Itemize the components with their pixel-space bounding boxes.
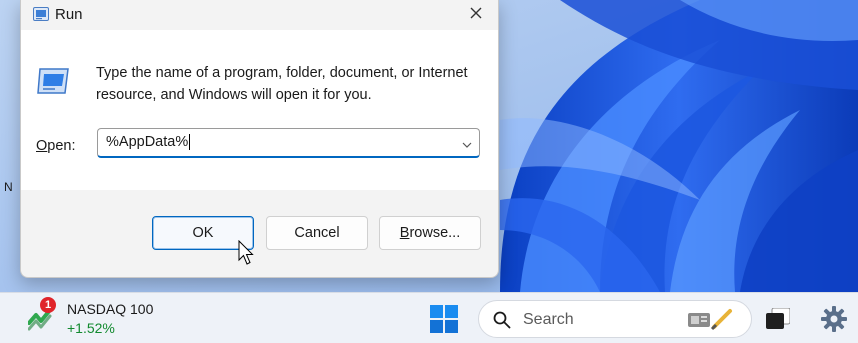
chevron-down-icon[interactable] <box>461 137 473 155</box>
stock-change: +1.52% <box>67 320 115 336</box>
run-icon <box>37 66 71 101</box>
stock-name: NASDAQ 100 <box>67 301 154 317</box>
open-combobox[interactable]: %AppData% <box>97 128 480 158</box>
instruction-text: Type the name of a program, folder, docu… <box>96 65 468 103</box>
dialog-title: Run <box>55 6 83 23</box>
run-dialog: Run Type the name of a program, folder, … <box>20 0 499 278</box>
cancel-button[interactable]: Cancel <box>266 216 368 250</box>
search-highlight-icon <box>684 307 738 336</box>
taskbar: 1 NASDAQ 100 +1.52% Search <box>0 292 858 343</box>
browse-button[interactable]: Browse... <box>379 216 481 250</box>
taskbar-search[interactable]: Search <box>478 300 752 338</box>
mouse-pointer-icon <box>237 239 255 271</box>
notification-badge: 1 <box>40 297 56 313</box>
windows-start-icon[interactable] <box>430 305 458 338</box>
search-placeholder: Search <box>523 311 574 328</box>
open-label: Open: <box>36 138 76 154</box>
open-input[interactable]: %AppData% <box>106 134 191 151</box>
desktop-icon-label: N <box>4 180 13 194</box>
dialog-content: Type the name of a program, folder, docu… <box>21 30 498 190</box>
close-button[interactable] <box>454 0 498 30</box>
task-view-icon[interactable] <box>766 307 791 335</box>
search-icon <box>493 311 511 334</box>
run-icon <box>33 7 49 26</box>
title-bar[interactable]: Run <box>21 0 498 30</box>
gear-icon[interactable] <box>821 306 847 337</box>
close-icon <box>470 6 482 24</box>
